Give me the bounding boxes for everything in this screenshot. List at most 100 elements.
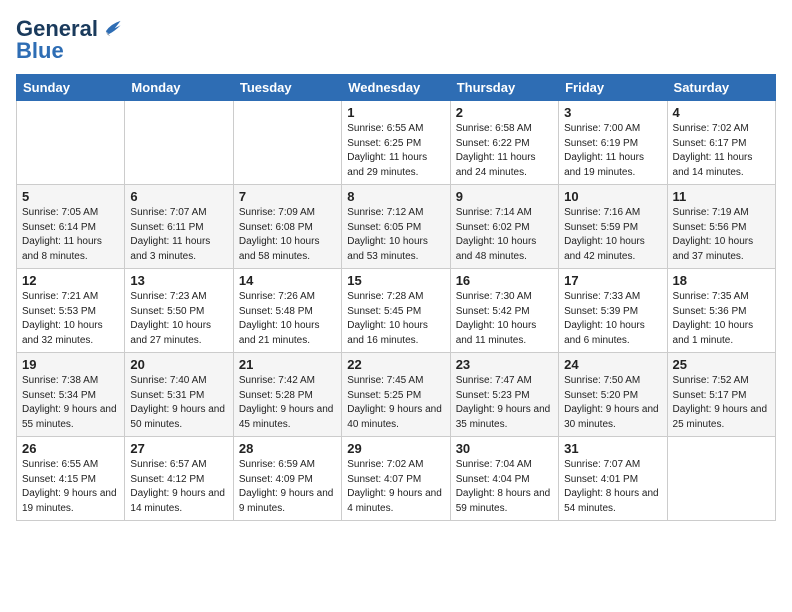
weekday-header-saturday: Saturday: [667, 75, 775, 101]
calendar-cell: 17 Sunrise: 7:33 AM Sunset: 5:39 PM Dayli…: [559, 269, 667, 353]
day-number: 12: [22, 273, 119, 288]
weekday-header-tuesday: Tuesday: [233, 75, 341, 101]
day-info: Sunrise: 7:02 AM Sunset: 6:17 PM Dayligh…: [673, 122, 770, 180]
day-info: Sunrise: 7:30 AM Sunset: 5:42 PM Dayligh…: [456, 290, 553, 348]
day-info: Sunrise: 7:33 AM Sunset: 5:39 PM Dayligh…: [564, 290, 661, 348]
weekday-header-friday: Friday: [559, 75, 667, 101]
day-number: 1: [347, 105, 444, 120]
day-number: 17: [564, 273, 661, 288]
calendar-cell: 3 Sunrise: 7:00 AM Sunset: 6:19 PM Daylig…: [559, 101, 667, 185]
day-info: Sunrise: 6:57 AM Sunset: 4:12 PM Dayligh…: [130, 458, 227, 516]
day-info: Sunrise: 6:58 AM Sunset: 6:22 PM Dayligh…: [456, 122, 553, 180]
day-number: 10: [564, 189, 661, 204]
day-number: 3: [564, 105, 661, 120]
calendar-cell: 18Sunrise: 7:35 AM Sunset: 5:36 PM Dayli…: [667, 269, 775, 353]
day-number: 28: [239, 441, 336, 456]
day-info: Sunrise: 7:42 AM Sunset: 5:28 PM Dayligh…: [239, 374, 336, 432]
calendar-cell: 15 Sunrise: 7:28 AM Sunset: 5:45 PM Dayli…: [342, 269, 450, 353]
day-info: Sunrise: 7:02 AM Sunset: 4:07 PM Dayligh…: [347, 458, 444, 516]
day-info: Sunrise: 7:07 AM Sunset: 4:01 PM Dayligh…: [564, 458, 661, 516]
day-number: 5: [22, 189, 119, 204]
day-info: Sunrise: 7:50 AM Sunset: 5:20 PM Dayligh…: [564, 374, 661, 432]
calendar-week-row: 5 Sunrise: 7:05 AM Sunset: 6:14 PM Daylig…: [17, 185, 776, 269]
calendar-week-row: 26Sunrise: 6:55 AM Sunset: 4:15 PM Dayli…: [17, 437, 776, 521]
calendar-cell: 1 Sunrise: 6:55 AM Sunset: 6:25 PM Daylig…: [342, 101, 450, 185]
day-info: Sunrise: 7:16 AM Sunset: 5:59 PM Dayligh…: [564, 206, 661, 264]
day-number: 23: [456, 357, 553, 372]
calendar-cell: 6 Sunrise: 7:07 AM Sunset: 6:11 PM Daylig…: [125, 185, 233, 269]
day-info: Sunrise: 7:35 AM Sunset: 5:36 PM Dayligh…: [673, 290, 770, 348]
calendar-cell: 31 Sunrise: 7:07 AM Sunset: 4:01 PM Dayli…: [559, 437, 667, 521]
calendar-table: SundayMondayTuesdayWednesdayThursdayFrid…: [16, 74, 776, 521]
calendar-cell: 24 Sunrise: 7:50 AM Sunset: 5:20 PM Dayli…: [559, 353, 667, 437]
calendar-cell: 27 Sunrise: 6:57 AM Sunset: 4:12 PM Dayli…: [125, 437, 233, 521]
calendar-cell: 21 Sunrise: 7:42 AM Sunset: 5:28 PM Dayli…: [233, 353, 341, 437]
day-info: Sunrise: 7:07 AM Sunset: 6:11 PM Dayligh…: [130, 206, 227, 264]
day-info: Sunrise: 7:04 AM Sunset: 4:04 PM Dayligh…: [456, 458, 553, 516]
day-number: 11: [673, 189, 770, 204]
calendar-header-row: SundayMondayTuesdayWednesdayThursdayFrid…: [17, 75, 776, 101]
day-info: Sunrise: 7:52 AM Sunset: 5:17 PM Dayligh…: [673, 374, 770, 432]
calendar-cell: 2 Sunrise: 6:58 AM Sunset: 6:22 PM Daylig…: [450, 101, 558, 185]
calendar-cell: [125, 101, 233, 185]
calendar-cell: [233, 101, 341, 185]
logo-blue: Blue: [16, 38, 64, 64]
day-number: 13: [130, 273, 227, 288]
day-info: Sunrise: 6:55 AM Sunset: 4:15 PM Dayligh…: [22, 458, 119, 516]
day-number: 21: [239, 357, 336, 372]
day-number: 29: [347, 441, 444, 456]
day-info: Sunrise: 7:28 AM Sunset: 5:45 PM Dayligh…: [347, 290, 444, 348]
day-number: 4: [673, 105, 770, 120]
calendar-cell: 10 Sunrise: 7:16 AM Sunset: 5:59 PM Dayli…: [559, 185, 667, 269]
logo: General Blue: [16, 16, 122, 64]
day-info: Sunrise: 7:38 AM Sunset: 5:34 PM Dayligh…: [22, 374, 119, 432]
calendar-week-row: 19Sunrise: 7:38 AM Sunset: 5:34 PM Dayli…: [17, 353, 776, 437]
weekday-header-monday: Monday: [125, 75, 233, 101]
day-number: 24: [564, 357, 661, 372]
day-info: Sunrise: 6:55 AM Sunset: 6:25 PM Dayligh…: [347, 122, 444, 180]
day-number: 31: [564, 441, 661, 456]
day-number: 25: [673, 357, 770, 372]
weekday-header-wednesday: Wednesday: [342, 75, 450, 101]
logo-bird-icon: [100, 18, 122, 40]
day-info: Sunrise: 7:09 AM Sunset: 6:08 PM Dayligh…: [239, 206, 336, 264]
day-number: 16: [456, 273, 553, 288]
calendar-cell: 16 Sunrise: 7:30 AM Sunset: 5:42 PM Dayli…: [450, 269, 558, 353]
day-number: 30: [456, 441, 553, 456]
day-info: Sunrise: 7:26 AM Sunset: 5:48 PM Dayligh…: [239, 290, 336, 348]
day-number: 6: [130, 189, 227, 204]
day-info: Sunrise: 7:40 AM Sunset: 5:31 PM Dayligh…: [130, 374, 227, 432]
day-number: 22: [347, 357, 444, 372]
page-header: General Blue: [16, 16, 776, 64]
day-number: 14: [239, 273, 336, 288]
calendar-cell: 9Sunrise: 7:14 AM Sunset: 6:02 PM Daylig…: [450, 185, 558, 269]
calendar-cell: 11Sunrise: 7:19 AM Sunset: 5:56 PM Dayli…: [667, 185, 775, 269]
calendar-cell: 25 Sunrise: 7:52 AM Sunset: 5:17 PM Dayli…: [667, 353, 775, 437]
calendar-cell: [667, 437, 775, 521]
calendar-cell: 29 Sunrise: 7:02 AM Sunset: 4:07 PM Dayli…: [342, 437, 450, 521]
day-info: Sunrise: 7:05 AM Sunset: 6:14 PM Dayligh…: [22, 206, 119, 264]
day-info: Sunrise: 7:00 AM Sunset: 6:19 PM Dayligh…: [564, 122, 661, 180]
day-number: 15: [347, 273, 444, 288]
calendar-cell: 22Sunrise: 7:45 AM Sunset: 5:25 PM Dayli…: [342, 353, 450, 437]
calendar-cell: 12 Sunrise: 7:21 AM Sunset: 5:53 PM Dayli…: [17, 269, 125, 353]
day-info: Sunrise: 7:12 AM Sunset: 6:05 PM Dayligh…: [347, 206, 444, 264]
weekday-header-thursday: Thursday: [450, 75, 558, 101]
calendar-cell: 19Sunrise: 7:38 AM Sunset: 5:34 PM Dayli…: [17, 353, 125, 437]
weekday-header-sunday: Sunday: [17, 75, 125, 101]
calendar-cell: 20Sunrise: 7:40 AM Sunset: 5:31 PM Dayli…: [125, 353, 233, 437]
day-info: Sunrise: 7:21 AM Sunset: 5:53 PM Dayligh…: [22, 290, 119, 348]
day-info: Sunrise: 6:59 AM Sunset: 4:09 PM Dayligh…: [239, 458, 336, 516]
day-number: 2: [456, 105, 553, 120]
day-number: 27: [130, 441, 227, 456]
day-number: 7: [239, 189, 336, 204]
calendar-cell: 13Sunrise: 7:23 AM Sunset: 5:50 PM Dayli…: [125, 269, 233, 353]
calendar-cell: 23Sunrise: 7:47 AM Sunset: 5:23 PM Dayli…: [450, 353, 558, 437]
calendar-cell: 5 Sunrise: 7:05 AM Sunset: 6:14 PM Daylig…: [17, 185, 125, 269]
calendar-cell: 28 Sunrise: 6:59 AM Sunset: 4:09 PM Dayli…: [233, 437, 341, 521]
calendar-week-row: 12 Sunrise: 7:21 AM Sunset: 5:53 PM Dayli…: [17, 269, 776, 353]
calendar-cell: 8Sunrise: 7:12 AM Sunset: 6:05 PM Daylig…: [342, 185, 450, 269]
calendar-cell: 7 Sunrise: 7:09 AM Sunset: 6:08 PM Daylig…: [233, 185, 341, 269]
day-info: Sunrise: 7:14 AM Sunset: 6:02 PM Dayligh…: [456, 206, 553, 264]
calendar-week-row: 1 Sunrise: 6:55 AM Sunset: 6:25 PM Daylig…: [17, 101, 776, 185]
